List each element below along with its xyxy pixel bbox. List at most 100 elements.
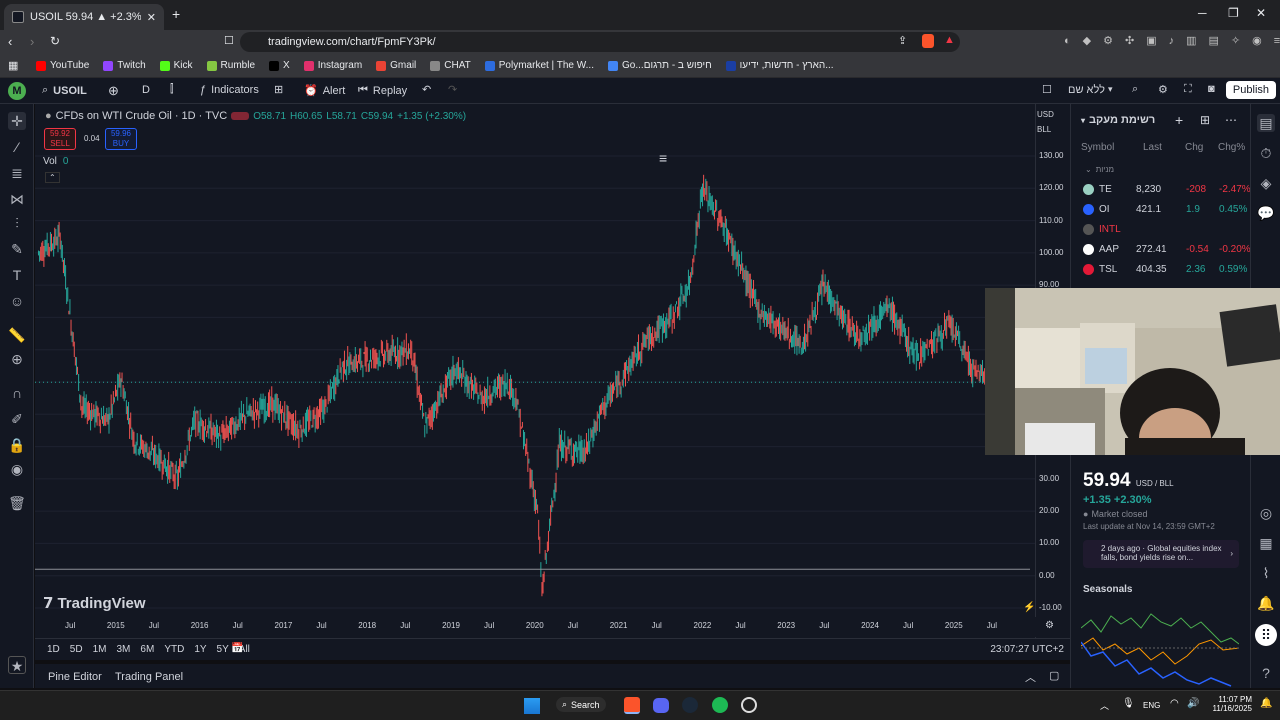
currency-unit[interactable]: USD BLL — [1037, 110, 1069, 134]
sell-button[interactable]: 59.92 SELL — [44, 128, 76, 150]
lock-drawing-icon[interactable]: ✐ — [8, 410, 26, 428]
drag-handle-icon[interactable]: ≡ — [659, 150, 667, 166]
time-axis[interactable]: Jul 2015 Jul 2016 Jul 2017 Jul 2018 Jul 2019 Jul 20… — [35, 617, 1070, 637]
brave-taskbar-icon[interactable] — [624, 697, 640, 714]
templates-icon[interactable]: ⊞ — [274, 83, 283, 96]
range-button[interactable]: 1Y — [194, 644, 206, 655]
alerts-icon[interactable]: ⏱ — [1257, 144, 1275, 162]
watchlist-group[interactable]: ⌄ מניות — [1085, 165, 1114, 174]
seasonals-chart[interactable] — [1081, 598, 1239, 688]
notification-bell-icon[interactable]: 🔔 — [1260, 698, 1272, 709]
bookmark-item[interactable]: CHAT — [430, 60, 471, 71]
watchlist-header[interactable]: ▾ רשימת מעקב — [1081, 114, 1155, 126]
wifi-icon[interactable]: ◠ — [1170, 698, 1179, 709]
pattern-icon[interactable]: ⋈ — [8, 190, 26, 208]
settings-icon[interactable]: ⚙ — [1158, 83, 1168, 96]
bookmark-item[interactable]: Go...חיפוש ב - תרגום — [608, 60, 712, 71]
bookmark-item[interactable]: YouTube — [36, 60, 89, 71]
camera-icon[interactable]: ◙ — [1208, 83, 1215, 95]
bookmark-item[interactable]: X — [269, 60, 290, 71]
windows-start-icon[interactable] — [524, 698, 540, 714]
more-icon[interactable]: ⋯ — [1225, 113, 1237, 127]
chat-icon[interactable]: 💬 — [1257, 204, 1275, 222]
indicators-button[interactable]: ƒ Indicators — [200, 84, 259, 96]
reload-icon[interactable]: ↻ — [50, 34, 60, 48]
trading-panel-tab[interactable]: Trading Panel — [115, 671, 183, 683]
restore-icon[interactable]: ❐ — [1228, 6, 1239, 20]
quick-search-icon[interactable]: ⌕ — [1132, 83, 1138, 96]
clock[interactable]: 23:07:27 UTC+2 — [990, 644, 1064, 655]
pine-editor-tab[interactable]: Pine Editor — [48, 671, 102, 683]
layers-icon[interactable]: ◈ — [1257, 174, 1275, 192]
fullscreen-icon[interactable]: ⛶ — [1184, 83, 1192, 96]
close-tab-icon[interactable]: ✕ — [147, 11, 156, 24]
redo-icon[interactable]: ↷ — [448, 83, 457, 96]
help-icon[interactable]: ? — [1257, 664, 1275, 682]
candles-icon[interactable]: ⫿ — [170, 83, 174, 96]
projection-icon[interactable]: ⫶ — [8, 214, 26, 232]
seasonals-title[interactable]: Seasonals — [1083, 584, 1132, 595]
taskbar-clock[interactable]: 11:07 PM 11/16/2025 — [1208, 695, 1252, 713]
brave-shield-icon[interactable] — [922, 34, 934, 48]
watchlist-row[interactable]: OI 421.1 1.9 0.45% — [1081, 201, 1247, 221]
bookmark-item[interactable]: Instagram — [303, 60, 362, 71]
sidebar-icon[interactable]: ▥ — [1186, 34, 1196, 47]
crosshair-icon[interactable]: ✛ — [8, 112, 26, 130]
layout-name[interactable]: ללא שם — [1068, 84, 1105, 96]
range-button[interactable]: 6M — [140, 644, 154, 655]
col-chgp[interactable]: Chg% — [1218, 142, 1245, 153]
range-button[interactable]: 5D — [70, 644, 83, 655]
discord-icon[interactable] — [653, 698, 669, 713]
avatar[interactable]: M — [8, 82, 26, 100]
apps-icon[interactable]: ▦ — [8, 59, 18, 72]
lock-icon[interactable]: 🔒 — [8, 436, 26, 454]
mic-icon[interactable]: 🎙 — [1122, 698, 1135, 709]
lightning-icon[interactable]: ⚡ — [1023, 602, 1035, 613]
collapse-legend-icon[interactable]: ⌃ — [45, 172, 60, 183]
range-button[interactable]: YTD — [164, 644, 184, 655]
notifications-icon[interactable]: 🔔 — [1257, 594, 1275, 612]
rss-icon[interactable]: ⌇ — [1257, 564, 1275, 582]
extension-icon[interactable]: ▣ — [1146, 34, 1156, 47]
url-field[interactable]: tradingview.com/chart/FpmFY3Pk/ — [240, 32, 960, 52]
brave-rewards-icon[interactable]: ▲ — [944, 34, 955, 46]
range-button[interactable]: 3M — [117, 644, 131, 655]
calendar-icon[interactable]: ▦ — [1257, 534, 1275, 552]
bookmark-item[interactable]: Polymarket | The W... — [484, 60, 594, 71]
wallet-icon[interactable]: ▤ — [1209, 34, 1219, 47]
bookmark-item[interactable]: Twitch — [103, 60, 146, 71]
replay-button[interactable]: ⏮ Replay — [358, 84, 407, 97]
favorites-icon[interactable]: ★ — [8, 656, 26, 674]
col-chg[interactable]: Chg — [1185, 142, 1203, 153]
watchlist-icon[interactable]: ▤ — [1257, 114, 1275, 132]
tray-chevron-icon[interactable]: ︿ — [1100, 699, 1109, 712]
brush-icon[interactable]: ✎ — [8, 240, 26, 258]
minimize-icon[interactable]: ─ — [1198, 6, 1207, 20]
back-icon[interactable]: ‹ — [8, 34, 12, 49]
steam-icon[interactable] — [682, 697, 698, 713]
watchlist-row[interactable]: AAP 272.41 -0.54 -0.20% — [1081, 241, 1251, 261]
maximize-panel-icon[interactable]: ▢ — [1049, 669, 1059, 682]
bookmark-item[interactable]: Gmail — [376, 60, 416, 71]
alert-button[interactable]: ⏰ Alert — [304, 84, 345, 98]
collapse-panel-icon[interactable]: ︿ — [1025, 669, 1036, 685]
range-button[interactable]: 1D — [47, 644, 60, 655]
music-icon[interactable]: ♪ — [1169, 35, 1175, 47]
watchlist-row[interactable]: TE 8,230 -208 -2.47% — [1081, 181, 1251, 201]
trend-line-icon[interactable]: ⁄ — [8, 138, 26, 156]
menu-icon[interactable]: ≡ — [1274, 35, 1280, 47]
range-button[interactable]: 1M — [93, 644, 107, 655]
add-symbol-icon[interactable]: + — [1175, 112, 1183, 128]
date-range-icon[interactable]: 📅 — [231, 643, 243, 654]
chatgpt-icon[interactable] — [741, 697, 757, 713]
extension-icon[interactable]: ✣ — [1125, 34, 1134, 47]
publish-button[interactable]: Publish — [1225, 81, 1276, 99]
watchlist-row[interactable]: INTL — [1081, 221, 1246, 241]
axis-settings-icon[interactable]: ⚙ — [1045, 620, 1054, 631]
range-button[interactable]: 5Y — [217, 644, 229, 655]
chevron-down-icon[interactable]: ▾ — [1108, 84, 1113, 95]
bookmark-item[interactable]: Kick — [159, 60, 193, 71]
browser-tab[interactable]: USOIL 59.94 ▲ +2.3% ללא שם ✕ — [4, 4, 164, 30]
symbol-search-button[interactable]: ⌕ USOIL — [42, 84, 87, 97]
trash-icon[interactable]: 🗑 — [8, 494, 26, 512]
